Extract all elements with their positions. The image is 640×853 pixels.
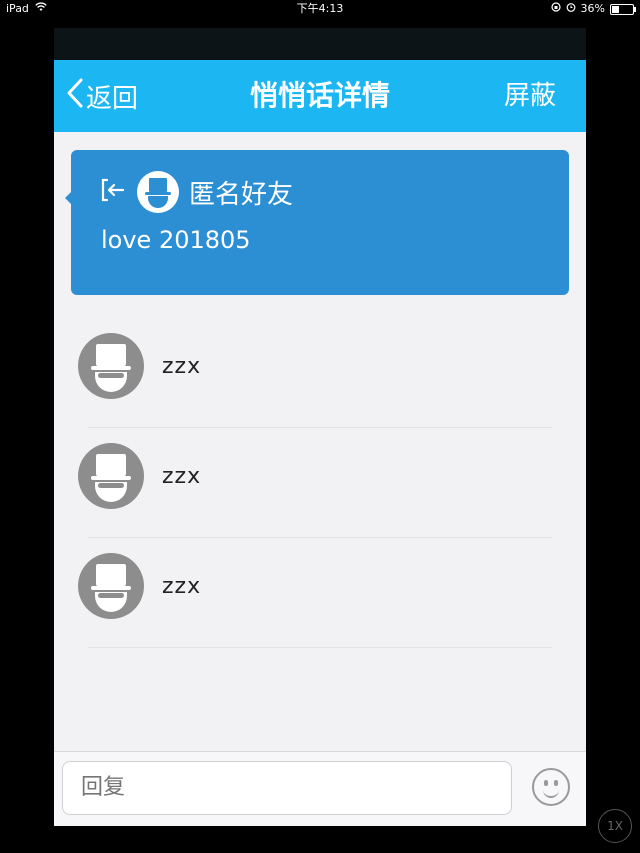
divider [88,647,552,648]
message-card: 匿名好友 love 201805 [65,150,569,295]
zoom-button[interactable]: 1X [598,809,632,843]
list-item-name: zzx [162,574,202,599]
app-window: 返回 悄悄话详情 屏蔽 匿名好友 love 201805 zzx zzx zzx… [54,28,586,826]
reply-bar [54,751,586,826]
top-dark-strip [54,28,586,60]
block-button[interactable]: 屏蔽 [504,78,556,114]
emoji-button[interactable] [532,768,570,806]
nav-bar: 返回 悄悄话详情 屏蔽 [54,60,586,132]
reply-list: zzx zzx zzx [54,318,586,648]
rotation-lock-icon [550,0,561,18]
avatar-icon [78,443,144,509]
card-notch [65,192,71,204]
list-item[interactable]: zzx [54,428,586,538]
avatar-icon [78,333,144,399]
list-item[interactable]: zzx [54,538,586,648]
list-item-name: zzx [162,354,202,379]
battery-percent: 36% [580,2,605,15]
sender-name: 匿名好友 [189,179,294,210]
alarm-icon [566,0,576,18]
card-header: 匿名好友 [99,170,293,214]
anonymous-avatar-icon [137,171,179,213]
status-time: 下午4:13 [296,2,344,15]
avatar-icon [78,553,144,619]
enter-icon [99,176,127,208]
status-bar: iPad 下午4:13 36% [0,0,640,18]
battery-icon [610,3,636,15]
message-text: love 201805 [101,226,251,254]
status-right: 36% [550,0,636,18]
list-item-name: zzx [162,464,202,489]
list-item[interactable]: zzx [54,318,586,428]
reply-input[interactable] [62,761,512,815]
